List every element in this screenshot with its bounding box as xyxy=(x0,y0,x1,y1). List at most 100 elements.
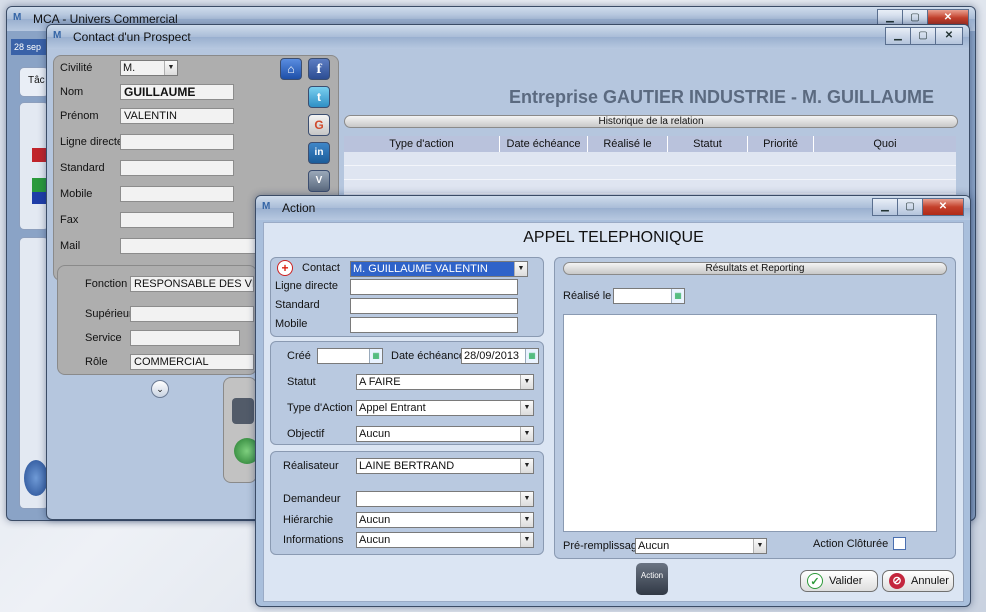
echeance-input[interactable]: 28/09/2013 ▦ xyxy=(461,348,539,364)
informations-select[interactable]: Aucun ▼ xyxy=(356,532,534,548)
standard-input[interactable] xyxy=(350,298,518,314)
table-row[interactable] xyxy=(344,182,956,194)
fonction-label: Fonction xyxy=(85,278,128,290)
minimize-button[interactable]: ▁ xyxy=(885,27,911,45)
contact-label: Contact xyxy=(302,262,340,274)
annuler-button[interactable]: ⊘ Annuler xyxy=(882,570,954,592)
standard-label: Standard xyxy=(275,299,320,311)
cree-input[interactable]: ▦ xyxy=(317,348,383,364)
chevron-down-icon: ▼ xyxy=(753,539,766,553)
role-field[interactable]: COMMERCIAL xyxy=(130,354,254,370)
valider-button[interactable]: ✓ Valider xyxy=(800,570,878,592)
contact-titlebar: M Contact d'un Prospect ▁ ▢ ✕ xyxy=(47,25,969,49)
realise-label: Réalisé le xyxy=(563,290,612,302)
calendar-icon[interactable]: ▦ xyxy=(671,289,684,303)
statut-value: A FAIRE xyxy=(359,376,401,388)
google-icon[interactable]: G xyxy=(308,114,330,136)
type-action-select[interactable]: Appel Entrant ▼ xyxy=(356,400,534,416)
close-button[interactable]: ✕ xyxy=(922,198,964,216)
fax-field[interactable] xyxy=(120,212,234,228)
col-priorite[interactable]: Priorité xyxy=(748,136,814,152)
chevron-down-icon: ▼ xyxy=(520,533,533,547)
action-content: APPEL TELEPHONIQUE + Contact M. GUILLAUM… xyxy=(263,222,964,602)
ligne-directe-input[interactable] xyxy=(350,279,518,295)
action-window: M Action ▁ ▢ ✕ APPEL TELEPHONIQUE + Cont… xyxy=(255,195,971,607)
preremplissage-select[interactable]: Aucun ▼ xyxy=(635,538,767,554)
cree-label: Créé xyxy=(287,350,311,362)
objectif-label: Objectif xyxy=(287,428,325,440)
statut-select[interactable]: A FAIRE ▼ xyxy=(356,374,534,390)
informations-value: Aucun xyxy=(359,534,391,546)
ligne-directe-field[interactable] xyxy=(120,134,234,150)
col-quoi[interactable]: Quoi xyxy=(814,136,956,152)
action-titlebar: M Action ▁ ▢ ✕ xyxy=(256,196,970,220)
add-contact-icon[interactable]: + xyxy=(277,260,293,276)
demandeur-select[interactable]: ▼ xyxy=(356,491,534,507)
home-icon[interactable]: ⌂ xyxy=(280,58,302,80)
realise-input[interactable]: ▦ xyxy=(613,288,685,304)
nom-field[interactable]: GUILLAUME xyxy=(120,84,234,100)
maximize-button[interactable]: ▢ xyxy=(897,198,923,216)
table-row[interactable] xyxy=(344,168,956,180)
col-date-echeance[interactable]: Date échéance xyxy=(500,136,588,152)
status-panel: Créé ▦ Date échéance 28/09/2013 ▦ Statut… xyxy=(270,341,544,445)
left-panel-lower xyxy=(19,237,49,509)
fonction-field[interactable]: RESPONSABLE DES VENTES xyxy=(130,276,254,292)
action-window-title: Action xyxy=(282,201,316,215)
col-realise-le[interactable]: Réalisé le xyxy=(588,136,668,152)
expand-icon[interactable]: ⌄ xyxy=(151,380,169,398)
action-icon[interactable]: Action xyxy=(636,563,668,595)
calendar-icon[interactable]: ▦ xyxy=(369,349,382,363)
twitter-icon[interactable]: t xyxy=(308,86,330,108)
calendar-icon[interactable]: ▦ xyxy=(525,349,538,363)
phone-icon[interactable] xyxy=(232,398,254,424)
chevron-down-icon: ▼ xyxy=(520,459,533,473)
hierarchie-select[interactable]: Aucun ▼ xyxy=(356,512,534,528)
chevron-down-icon: ▼ xyxy=(520,375,533,389)
maximize-button[interactable]: ▢ xyxy=(910,27,936,45)
close-button[interactable]: ✕ xyxy=(935,27,963,45)
standard-label: Standard xyxy=(60,162,105,174)
report-textarea[interactable] xyxy=(563,314,937,532)
mail-field[interactable] xyxy=(120,238,260,254)
linkedin-icon[interactable]: in xyxy=(308,142,330,164)
role-label: Rôle xyxy=(85,356,108,368)
preremplissage-value: Aucun xyxy=(638,540,670,552)
ligne-directe-label: Ligne directe xyxy=(275,280,338,292)
contact-value: M. GUILLAUME VALENTIN xyxy=(353,263,488,275)
viadeo-icon[interactable]: V xyxy=(308,170,330,192)
objectif-value: Aucun xyxy=(359,428,391,440)
app-logo-icon: M xyxy=(13,12,22,23)
realisateur-label: Réalisateur xyxy=(283,460,339,472)
valider-label: Valider xyxy=(829,575,863,587)
prenom-field[interactable]: VALENTIN xyxy=(120,108,234,124)
standard-field[interactable] xyxy=(120,160,234,176)
nom-label: Nom xyxy=(60,86,84,98)
mobile-input[interactable] xyxy=(350,317,518,333)
hierarchie-value: Aucun xyxy=(359,514,391,526)
mobile-label: Mobile xyxy=(275,318,308,330)
civilite-label: Civilité xyxy=(60,62,93,74)
minimize-button[interactable]: ▁ xyxy=(872,198,898,216)
facebook-icon[interactable]: f xyxy=(308,58,330,80)
service-field[interactable] xyxy=(130,330,240,346)
refresh-icon[interactable] xyxy=(24,460,48,496)
realisateur-select[interactable]: LAINE BERTRAND ▼ xyxy=(356,458,534,474)
function-panel: Fonction RESPONSABLE DES VENTES Supérieu… xyxy=(57,265,257,375)
col-type-action[interactable]: Type d'action xyxy=(344,136,500,152)
civilite-select[interactable]: M. ▼ xyxy=(120,60,178,76)
table-row[interactable] xyxy=(344,154,956,166)
tab-taches[interactable]: Tâc xyxy=(19,67,49,97)
col-statut[interactable]: Statut xyxy=(668,136,748,152)
prenom-label: Prénom xyxy=(60,110,99,122)
echeance-label: Date échéance xyxy=(391,350,465,362)
chevron-down-icon: ▼ xyxy=(164,61,177,75)
fax-label: Fax xyxy=(60,214,79,226)
objectif-select[interactable]: Aucun ▼ xyxy=(356,426,534,442)
contact-select[interactable]: M. GUILLAUME VALENTIN ▼ xyxy=(350,261,528,277)
superieur-field[interactable] xyxy=(130,306,254,322)
cloturee-checkbox[interactable] xyxy=(893,537,906,550)
mobile-field[interactable] xyxy=(120,186,234,202)
superieur-label: Supérieur xyxy=(85,308,133,320)
chevron-down-icon: ▼ xyxy=(520,427,533,441)
